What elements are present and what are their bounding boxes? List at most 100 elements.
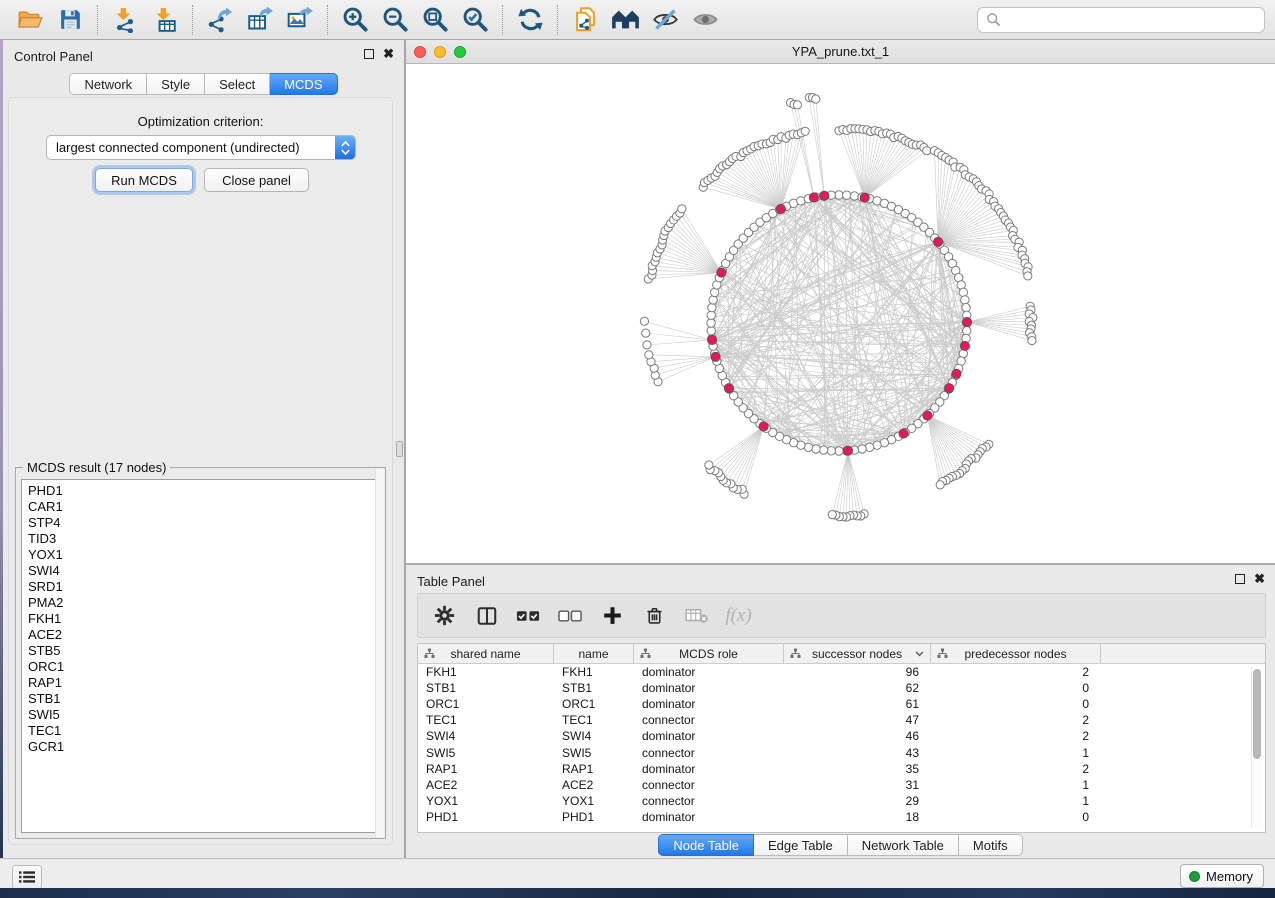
cell-name[interactable]: SWI4 [554,729,634,743]
mcds-result-item[interactable]: SWI4 [28,563,379,579]
cell-predecessor-nodes[interactable]: 1 [931,794,1101,808]
cell-name[interactable]: ORC1 [554,697,634,711]
export-image-icon[interactable] [281,3,319,37]
mcds-result-item[interactable]: ACE2 [28,627,379,643]
memory-button[interactable]: Memory [1180,864,1264,888]
run-mcds-button[interactable]: Run MCDS [95,168,193,192]
cell-name[interactable]: PHD1 [554,810,634,824]
cell-predecessor-nodes[interactable]: 0 [931,810,1101,824]
table-row[interactable]: SWI5SWI5connector431 [418,744,1265,760]
import-network-icon[interactable] [106,3,144,37]
table-row[interactable]: PHD1PHD1dominator180 [418,809,1265,825]
cell-name[interactable]: RAP1 [554,762,634,776]
tab-select[interactable]: Select [205,73,270,95]
cell-shared-name[interactable]: SWI5 [418,746,554,760]
cell-mcds-role[interactable]: dominator [634,729,784,743]
zoom-in-icon[interactable] [336,3,374,37]
network-window-titlebar[interactable]: YPA_prune.txt_1 [406,40,1275,64]
cell-successor-nodes[interactable]: 18 [784,810,931,824]
cell-mcds-role[interactable]: dominator [634,681,784,695]
refresh-icon[interactable] [511,3,549,37]
cell-predecessor-nodes[interactable]: 1 [931,778,1101,792]
cell-name[interactable]: SWI5 [554,746,634,760]
first-neighbors-icon[interactable] [606,3,644,37]
cell-mcds-role[interactable]: dominator [634,762,784,776]
table-options-gear-icon[interactable] [428,600,461,632]
cell-name[interactable]: TEC1 [554,713,634,727]
mcds-list-scrollbar[interactable] [375,469,384,837]
network-graph[interactable] [406,64,1275,563]
cell-predecessor-nodes[interactable]: 0 [931,681,1101,695]
cell-predecessor-nodes[interactable]: 2 [931,713,1101,727]
show-column-icon[interactable] [470,600,503,632]
zoom-fit-icon[interactable] [416,3,454,37]
cell-successor-nodes[interactable]: 31 [784,778,931,792]
export-network-icon[interactable] [201,3,239,37]
cell-mcds-role[interactable]: connector [634,794,784,808]
add-row-plus-icon[interactable] [596,600,629,632]
cell-shared-name[interactable]: FKH1 [418,665,554,679]
tab-network[interactable]: Network [69,73,147,95]
open-file-icon[interactable] [11,3,49,37]
mcds-result-item[interactable]: TID3 [28,531,379,547]
mcds-result-item[interactable]: FKH1 [28,611,379,627]
table-row[interactable]: ACE2ACE2connector311 [418,777,1265,793]
cell-successor-nodes[interactable]: 46 [784,729,931,743]
column-header-mcds-role[interactable]: MCDS role [634,644,784,663]
cell-shared-name[interactable]: TEC1 [418,713,554,727]
mcds-result-item[interactable]: SRD1 [28,579,379,595]
cell-shared-name[interactable]: PHD1 [418,810,554,824]
zoom-out-icon[interactable] [376,3,414,37]
mcds-result-item[interactable]: STP4 [28,515,379,531]
cell-mcds-role[interactable]: dominator [634,810,784,824]
hide-selected-eye-slash-icon[interactable] [646,3,684,37]
search-box[interactable] [977,7,1265,33]
cell-successor-nodes[interactable]: 35 [784,762,931,776]
mcds-result-item[interactable]: TEC1 [28,723,379,739]
cell-successor-nodes[interactable]: 43 [784,746,931,760]
cell-predecessor-nodes[interactable]: 2 [931,729,1101,743]
tab-node-table[interactable]: Node Table [658,834,754,856]
cell-mcds-role[interactable]: dominator [634,665,784,679]
tab-edge-table[interactable]: Edge Table [754,834,848,856]
table-row[interactable]: RAP1RAP1dominator352 [418,761,1265,777]
close-panel-button[interactable]: Close panel [204,168,309,192]
cell-predecessor-nodes[interactable]: 2 [931,762,1101,776]
cell-successor-nodes[interactable]: 96 [784,665,931,679]
cell-predecessor-nodes[interactable]: 1 [931,746,1101,760]
table-row[interactable]: FKH1FKH1dominator962 [418,664,1265,680]
tab-network-table[interactable]: Network Table [848,834,959,856]
cell-shared-name[interactable]: ACE2 [418,778,554,792]
cell-mcds-role[interactable]: connector [634,746,784,760]
status-menu-button[interactable] [12,865,42,889]
save-session-icon[interactable] [51,3,89,37]
column-header-predecessor-nodes[interactable]: predecessor nodes [931,644,1101,663]
network-canvas[interactable] [406,64,1275,563]
close-panel-icon[interactable]: ✖ [383,49,394,59]
table-row[interactable]: TEC1TEC1connector472 [418,712,1265,728]
close-panel-icon[interactable]: ✖ [1254,574,1265,584]
float-panel-icon[interactable] [1235,574,1245,584]
cell-predecessor-nodes[interactable]: 0 [931,697,1101,711]
mcds-result-item[interactable]: PHD1 [28,483,379,499]
splitter-grip[interactable] [396,441,403,457]
mcds-result-item[interactable]: RAP1 [28,675,379,691]
cell-shared-name[interactable]: ORC1 [418,697,554,711]
import-table-icon[interactable] [146,3,184,37]
show-all-eye-icon[interactable] [686,3,724,37]
deselect-all-icon[interactable] [554,600,587,632]
cell-name[interactable]: YOX1 [554,794,634,808]
cell-successor-nodes[interactable]: 61 [784,697,931,711]
table-scrollbar[interactable] [1251,667,1262,828]
mcds-result-item[interactable]: STB1 [28,691,379,707]
cell-shared-name[interactable]: SWI4 [418,729,554,743]
table-row[interactable]: STB1STB1dominator620 [418,680,1265,696]
mcds-result-item[interactable]: GCR1 [28,739,379,755]
zoom-selected-icon[interactable] [456,3,494,37]
cell-successor-nodes[interactable]: 62 [784,681,931,695]
cell-shared-name[interactable]: RAP1 [418,762,554,776]
mcds-result-item[interactable]: ORC1 [28,659,379,675]
tab-style[interactable]: Style [147,73,205,95]
cell-shared-name[interactable]: YOX1 [418,794,554,808]
cell-name[interactable]: ACE2 [554,778,634,792]
